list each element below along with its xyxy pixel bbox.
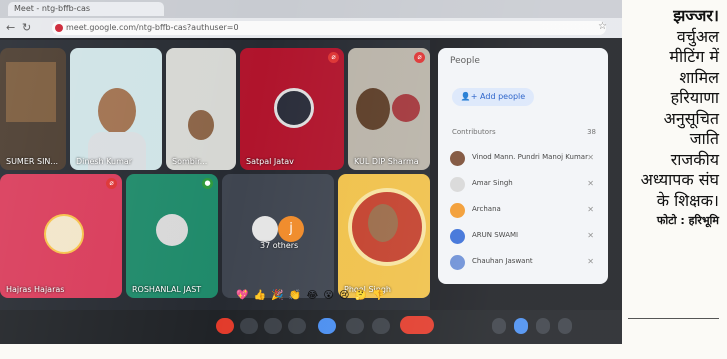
present-button[interactable] <box>288 318 306 334</box>
people-search-field[interactable]: People <box>450 56 480 66</box>
reload-icon[interactable]: ↻ <box>22 21 31 34</box>
person-name: Vinod Mann. Pundri Manoj Kumar <box>472 153 588 161</box>
muted-mic-icon: ✕ <box>587 231 594 240</box>
muted-mic-icon: ⌀ <box>414 52 425 63</box>
person-name: Amar Singh <box>472 179 513 187</box>
avatar <box>450 151 465 166</box>
captions-button[interactable] <box>264 318 282 334</box>
video-tile[interactable]: SUMER SIN... <box>0 48 66 170</box>
profile-picture <box>274 88 314 128</box>
video-grid: SUMER SIN... Dinesh Kumar Sombir... ⌀ Sa… <box>0 40 430 310</box>
chat-button[interactable] <box>536 318 550 334</box>
mic-icon: ● <box>202 178 213 189</box>
muted-mic-icon: ✕ <box>587 153 594 162</box>
mic-button[interactable] <box>216 318 234 334</box>
news-caption: झज्जर। वर्चुअल मीटिंग में शामिल हरियाणा … <box>622 0 727 359</box>
video-tile[interactable]: ⌀ Satpal Jatav <box>240 48 344 170</box>
avatar <box>450 255 465 270</box>
caption-line: जाति <box>689 129 719 148</box>
reaction-bar[interactable]: 💖 👍 🎉 👏 😂 😮 😢 🤔 👎 <box>236 290 386 301</box>
people-section-heading: Contributors <box>452 128 496 136</box>
tile-name: KUL DIP Sharma <box>354 157 419 166</box>
tile-name: SUMER SIN... <box>6 157 59 166</box>
profile-picture <box>156 214 188 246</box>
flower-decoration <box>392 94 420 122</box>
caption-place: झज्जर। <box>673 6 719 25</box>
site-icon <box>55 24 63 32</box>
add-people-label: Add people <box>480 92 526 101</box>
browser-address-area: ← ↻ meet.google.com/ntg-bffb-cas?authuse… <box>0 18 622 38</box>
more-options-button[interactable] <box>372 318 390 334</box>
meeting-toolbar <box>0 310 622 344</box>
muted-mic-icon: ✕ <box>587 205 594 214</box>
address-bar[interactable]: meet.google.com/ntg-bffb-cas?authuser=0 <box>52 21 606 35</box>
muted-mic-icon: ✕ <box>587 257 594 266</box>
caption-line: हरियाणा <box>670 88 719 107</box>
list-item[interactable]: Chauhan Jaswant ✕ <box>448 252 600 274</box>
camera-button[interactable] <box>240 318 258 334</box>
profile-picture <box>44 214 84 254</box>
list-item[interactable]: ARUN SWAMI ✕ <box>448 226 600 248</box>
others-letter-avatar: j <box>278 216 304 242</box>
muted-mic-icon: ⌀ <box>106 178 117 189</box>
add-person-icon: 👤+ <box>460 92 481 101</box>
tile-name: ROSHANLAL JAST <box>132 285 202 294</box>
caption-line: मीटिंग में <box>669 47 719 66</box>
video-tile[interactable]: ⌀ KUL DIP Sharma <box>348 48 430 170</box>
caption-line: अध्यापक संघ <box>640 170 719 189</box>
caption-line: के शिक्षक। <box>656 190 719 210</box>
video-tile[interactable]: Dinesh Kumar <box>70 48 162 170</box>
tile-name: Sombir... <box>172 157 208 166</box>
caption-rule <box>628 318 719 319</box>
list-item[interactable]: Amar Singh ✕ <box>448 174 600 196</box>
browser-tab-strip: Meet - ntg-bffb-cas <box>0 0 622 18</box>
info-button[interactable] <box>492 318 506 334</box>
video-tile[interactable]: Phool Singh <box>338 174 430 298</box>
list-item[interactable]: Vinod Mann. Pundri Manoj Kumar ✕ <box>448 148 600 170</box>
caption-line: अनुसूचित <box>663 108 719 128</box>
reactions-button[interactable] <box>318 318 336 334</box>
avatar <box>450 203 465 218</box>
leave-call-button[interactable] <box>400 316 434 334</box>
caption-line: शामिल <box>679 67 719 87</box>
avatar <box>450 229 465 244</box>
person-name: Archana <box>472 205 501 213</box>
raise-hand-button[interactable] <box>346 318 364 334</box>
tile-name: Hajras Hajaras <box>6 285 65 294</box>
muted-mic-icon: ⌀ <box>328 52 339 63</box>
people-panel: People 👤+ Add people Contributors 38 Vin… <box>438 48 608 284</box>
url-text: meet.google.com/ntg-bffb-cas?authuser=0 <box>66 23 239 32</box>
video-tile[interactable]: Sombir... <box>166 48 236 170</box>
bookmark-star-icon[interactable]: ☆ <box>598 21 607 32</box>
muted-mic-icon: ✕ <box>587 179 594 188</box>
room-background <box>6 62 56 122</box>
others-count: 37 others <box>260 241 299 250</box>
participant-face <box>368 204 398 242</box>
add-people-button[interactable]: 👤+ Add people <box>452 88 534 106</box>
participant-face <box>98 88 136 134</box>
activities-button[interactable] <box>558 318 572 334</box>
back-icon[interactable]: ← <box>6 21 15 34</box>
others-tile[interactable]: j 37 others <box>222 174 334 298</box>
video-tile[interactable]: ● ROSHANLAL JAST <box>126 174 218 298</box>
people-button[interactable] <box>514 318 528 334</box>
tile-name: Dinesh Kumar <box>76 157 133 166</box>
people-count: 38 <box>587 128 596 136</box>
photo-credit: फोटो : हरिभूमि <box>656 214 719 227</box>
caption-line: वर्चुअल <box>676 26 719 46</box>
video-tile[interactable]: ⌀ Hajras Hajaras <box>0 174 122 298</box>
participant-face <box>356 88 390 130</box>
others-avatar <box>252 216 278 242</box>
person-name: ARUN SWAMI <box>472 231 519 239</box>
meeting-screen-photo: Meet - ntg-bffb-cas ← ↻ meet.google.com/… <box>0 0 622 344</box>
caption-line: राजकीय <box>670 149 719 169</box>
list-item[interactable]: Archana ✕ <box>448 200 600 222</box>
browser-tab[interactable]: Meet - ntg-bffb-cas <box>8 2 164 16</box>
participant-face <box>188 110 214 140</box>
person-name: Chauhan Jaswant <box>472 257 533 265</box>
avatar <box>450 177 465 192</box>
tile-name: Satpal Jatav <box>246 157 294 166</box>
